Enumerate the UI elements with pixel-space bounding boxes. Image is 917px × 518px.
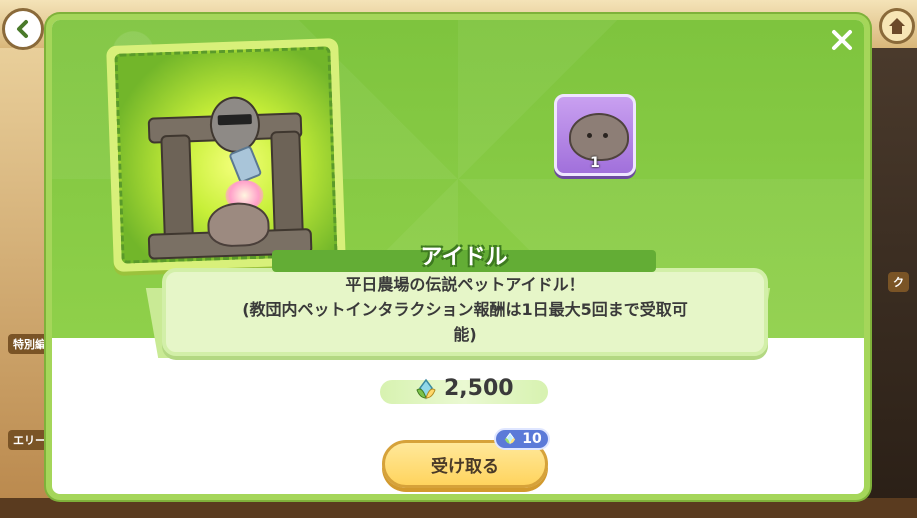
rock-pet-icon bbox=[206, 201, 271, 248]
price-value: 2,500 bbox=[444, 376, 514, 401]
reward-item-slot[interactable]: 1 bbox=[554, 94, 636, 176]
stone-gate-post bbox=[160, 134, 195, 246]
close-icon bbox=[832, 30, 852, 50]
reward-quantity: 1 bbox=[590, 155, 600, 171]
microphone-icon bbox=[228, 145, 263, 184]
chevron-left-icon bbox=[17, 20, 28, 38]
description-line-3: 能) bbox=[453, 325, 477, 344]
home-icon bbox=[889, 18, 905, 34]
badge-value: 10 bbox=[522, 431, 542, 447]
side-menu-label[interactable]: ク bbox=[888, 272, 909, 292]
idol-head bbox=[208, 95, 261, 154]
receive-button-label: 受け取る bbox=[431, 456, 499, 477]
stone-gate-post bbox=[270, 130, 305, 242]
bottom-strip bbox=[0, 498, 917, 518]
item-detail-modal: 1 アイドル 平日農場の伝説ペットアイドル！ (教団内ペットインタラクション報酬… bbox=[46, 14, 870, 500]
crystal-flower-icon bbox=[505, 432, 516, 445]
back-button[interactable] bbox=[2, 8, 44, 50]
close-button[interactable] bbox=[828, 28, 856, 56]
item-name: アイドル bbox=[420, 245, 508, 270]
rock-pet-icon bbox=[569, 113, 629, 161]
description-line-1: 平日農場の伝説ペットアイドル！ bbox=[345, 275, 585, 294]
item-illustration bbox=[114, 46, 338, 264]
item-description: 平日農場の伝説ペットアイドル！ (教団内ペットインタラクション報酬は1日最大5回… bbox=[202, 272, 728, 347]
description-line-2: (教団内ペットインタラクション報酬は1日最大5回まで受取可 bbox=[242, 300, 688, 319]
pet-eye bbox=[587, 133, 592, 138]
pet-eye bbox=[603, 133, 608, 138]
home-button[interactable] bbox=[879, 8, 915, 44]
crystal-flower-icon bbox=[416, 378, 436, 400]
item-card bbox=[106, 38, 346, 272]
side-menu-label[interactable]: 特別編 bbox=[8, 334, 51, 354]
cost-badge: 10 bbox=[494, 428, 550, 450]
side-menu-label[interactable]: エリー bbox=[8, 430, 51, 450]
sunglasses bbox=[217, 114, 252, 126]
